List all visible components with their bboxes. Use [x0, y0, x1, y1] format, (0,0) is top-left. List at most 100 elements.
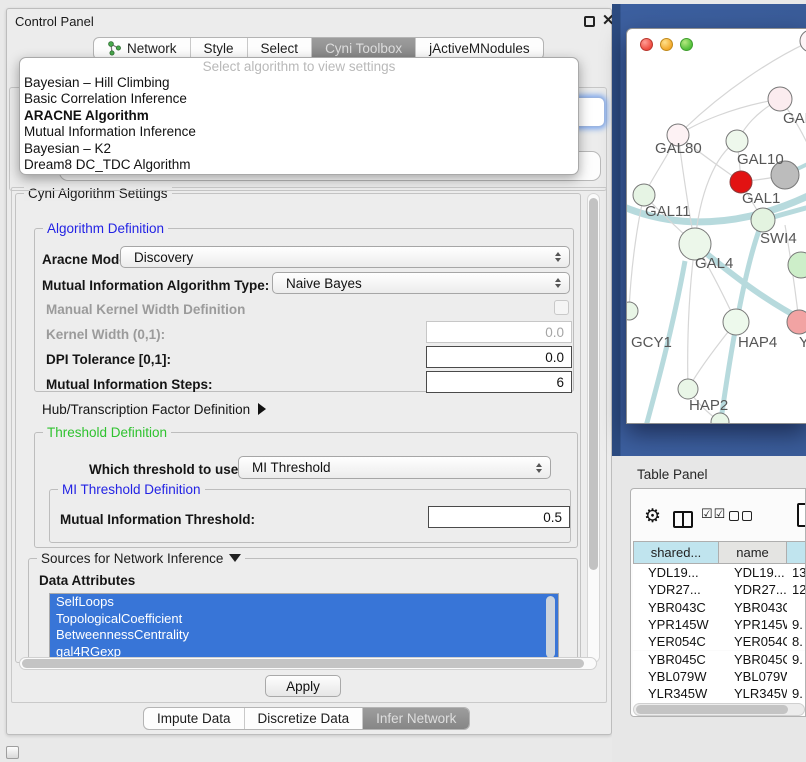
expander-arrow-icon: [258, 403, 266, 415]
document-icon[interactable]: [797, 503, 806, 527]
svg-text:HAP4: HAP4: [738, 334, 777, 351]
network-nodes: [627, 30, 806, 424]
attribute-item[interactable]: SelfLoops: [50, 594, 558, 611]
control-panel-title: Control Panel: [15, 14, 94, 29]
mi-threshold-label: Mutual Information Threshold:: [60, 512, 255, 527]
table-row[interactable]: YBR043CYBR043C: [633, 599, 806, 616]
tab-cyni-toolbox[interactable]: Cyni Toolbox: [312, 38, 416, 59]
float-window-icon[interactable]: [584, 16, 595, 27]
network-node-gal-top[interactable]: [768, 87, 792, 111]
algorithm-option[interactable]: Dream8 DC_TDC Algorithm: [20, 157, 578, 173]
tab-infer-network[interactable]: Infer Network: [363, 708, 469, 729]
combo-arrows-icon: [555, 247, 561, 267]
which-threshold-combobox[interactable]: MI Threshold: [238, 456, 551, 479]
table-row[interactable]: YBR045CYBR045C9.: [633, 651, 806, 668]
tab-jactivemnodules[interactable]: jActiveMNodules: [416, 38, 543, 59]
sources-collapser[interactable]: Sources for Network Inference: [37, 551, 245, 566]
mi-threshold-group: MI Threshold Definition Mutual Informati…: [49, 489, 571, 543]
split-columns-icon[interactable]: [673, 511, 693, 528]
svg-text:GCY1: GCY1: [631, 334, 672, 351]
combo-arrows-icon: [536, 457, 542, 478]
collapse-arrow-icon: [229, 554, 241, 562]
bottom-tabbar: Impute Data Discretize Data Infer Networ…: [143, 707, 470, 730]
tab-select[interactable]: Select: [248, 38, 313, 59]
table-panel-title: Table Panel: [637, 467, 708, 482]
algorithm-option[interactable]: Bayesian – K2: [20, 141, 578, 157]
collapsed-panel-icon[interactable]: [6, 746, 19, 759]
svg-text:GAL10: GAL10: [737, 151, 784, 168]
table-row[interactable]: YLR345WYLR345W9.: [633, 685, 806, 702]
manual-kernel-checkbox[interactable]: [554, 300, 569, 315]
control-panel: Control Panel ✕ Network Style Select Cyn…: [6, 8, 612, 735]
apply-button[interactable]: Apply: [265, 675, 341, 697]
table-panel: Table Panel ⚙ ☑☑ shared... name YDL19...…: [612, 456, 806, 762]
dpi-tolerance-label: DPI Tolerance [0,1]:: [46, 352, 171, 367]
scrollbar-thumb[interactable]: [22, 659, 584, 668]
mi-threshold-field[interactable]: 0.5: [428, 506, 570, 528]
attribute-list-scrollbar[interactable]: [546, 596, 555, 658]
table-row[interactable]: YPR145WYPR145W9.: [633, 616, 806, 633]
column-header-shared[interactable]: shared...: [633, 541, 719, 564]
network-node-labels: GAL GAL80 GAL10 GAL1 GAL11 SWI4 GAL4 GCY…: [631, 110, 806, 414]
scrollbar-thumb[interactable]: [589, 198, 598, 570]
attribute-item[interactable]: TopologicalCoefficient: [50, 611, 558, 628]
mi-steps-label: Mutual Information Steps:: [46, 377, 213, 392]
tab-impute-data[interactable]: Impute Data: [144, 708, 245, 729]
gear-icon[interactable]: ⚙: [644, 505, 661, 528]
combo-arrows-icon: [555, 273, 561, 293]
algorithm-option[interactable]: Mutual Information Inference: [20, 124, 578, 140]
aracne-mode-combobox[interactable]: Discovery: [120, 246, 570, 268]
network-node-salmon[interactable]: [787, 310, 806, 334]
table-row[interactable]: YDL19...YDL19...13: [633, 564, 806, 581]
scrollbar-thumb[interactable]: [636, 705, 788, 714]
algorithm-option[interactable]: Bayesian – Hill Climbing: [20, 75, 578, 91]
network-node[interactable]: [726, 130, 748, 152]
svg-text:SWI4: SWI4: [760, 230, 797, 247]
kernel-width-label: Kernel Width (0,1):: [46, 327, 165, 342]
mi-type-label: Mutual Information Algorithm Type:: [42, 278, 269, 293]
network-node-hap4[interactable]: [723, 309, 749, 335]
network-view-window: GAL GAL80 GAL10 GAL1 GAL11 SWI4 GAL4 GCY…: [626, 28, 806, 424]
algorithm-dropdown-popup: Select algorithm to view settings Bayesi…: [19, 57, 579, 175]
svg-text:Y: Y: [799, 334, 806, 351]
svg-text:GAL11: GAL11: [645, 203, 691, 220]
mi-type-combobox[interactable]: Naive Bayes: [272, 272, 570, 294]
which-threshold-label: Which threshold to use:: [89, 462, 243, 477]
tab-network[interactable]: Network: [94, 38, 191, 59]
select-all-checks-icon[interactable]: ☑☑: [701, 506, 726, 522]
network-node-swi4[interactable]: [751, 208, 775, 232]
svg-text:GAL1: GAL1: [742, 190, 780, 207]
table-row[interactable]: YBL079WYBL079W: [633, 668, 806, 685]
algorithm-option[interactable]: Basic Correlation Inference: [20, 91, 578, 107]
network-node[interactable]: [800, 30, 806, 52]
algorithm-option-selected[interactable]: ARACNE Algorithm: [20, 108, 578, 124]
data-attributes-list: SelfLoops TopologicalCoefficient Between…: [49, 593, 559, 661]
settings-vertical-scrollbar[interactable]: [587, 193, 600, 663]
network-node[interactable]: [711, 413, 729, 424]
settings-horizontal-scrollbar[interactable]: [19, 657, 597, 670]
network-node-gcy1[interactable]: [627, 302, 638, 320]
table-horizontal-scrollbar[interactable]: [633, 703, 805, 716]
network-tab-icon: [107, 41, 122, 56]
popup-prompt: Select algorithm to view settings: [20, 59, 578, 75]
network-node-hap2[interactable]: [678, 379, 698, 399]
column-header-extra[interactable]: [787, 541, 806, 564]
data-attributes-label: Data Attributes: [39, 573, 135, 588]
dpi-tolerance-field[interactable]: 0.0: [426, 346, 572, 368]
network-node[interactable]: [788, 252, 806, 278]
aracne-mode-label: Aracne Mode:: [42, 252, 131, 267]
deselect-all-checks-icon[interactable]: [729, 509, 755, 524]
table-row[interactable]: YER054CYER054C8.: [633, 633, 806, 650]
mi-steps-field[interactable]: 6: [426, 371, 572, 393]
tab-style[interactable]: Style: [191, 38, 248, 59]
tab-discretize-data[interactable]: Discretize Data: [245, 708, 364, 729]
kernel-width-field[interactable]: 0.0: [426, 321, 572, 343]
attribute-item[interactable]: BetweennessCentrality: [50, 627, 558, 644]
table-window: ⚙ ☑☑ shared... name YDL19...YDL19...13 Y…: [630, 488, 806, 717]
table-row[interactable]: YDR27...YDR27...12: [633, 581, 806, 598]
sources-group: Sources for Network Inference Data Attri…: [28, 558, 578, 662]
hub-definition-expander[interactable]: Hub/Transcription Factor Definition: [42, 402, 266, 417]
svg-text:GAL4: GAL4: [695, 255, 733, 272]
column-header-name[interactable]: name: [719, 541, 787, 564]
cyni-algorithm-settings-group: Cyni Algorithm Settings Algorithm Defini…: [15, 193, 581, 663]
